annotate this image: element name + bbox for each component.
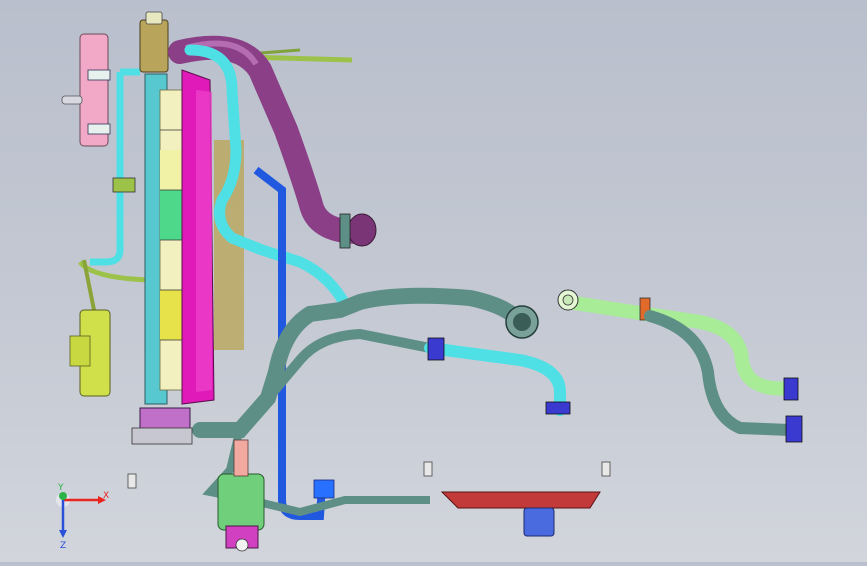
surge-tank-yellow[interactable]: [69, 309, 111, 397]
axis-triad: X Y Z: [56, 483, 109, 551]
y-axis-label: Y: [57, 483, 64, 493]
x-axis-label: X: [103, 491, 109, 501]
z-axis-label: Z: [60, 541, 66, 551]
model-canvas[interactable]: X Y Z: [0, 0, 867, 562]
bolt-left: [423, 461, 433, 477]
filler-neck[interactable]: [139, 11, 169, 73]
water-pump[interactable]: [217, 439, 265, 552]
expansion-tank-pink[interactable]: [61, 33, 111, 147]
heater-hose-green[interactable]: [557, 289, 799, 401]
cad-3d-viewport[interactable]: X Y Z: [0, 0, 867, 562]
bolt-right: [601, 461, 611, 477]
cyan-pipe-right: [424, 342, 566, 416]
oil-pan-red[interactable]: [440, 491, 601, 537]
radiator-core[interactable]: [144, 73, 183, 405]
